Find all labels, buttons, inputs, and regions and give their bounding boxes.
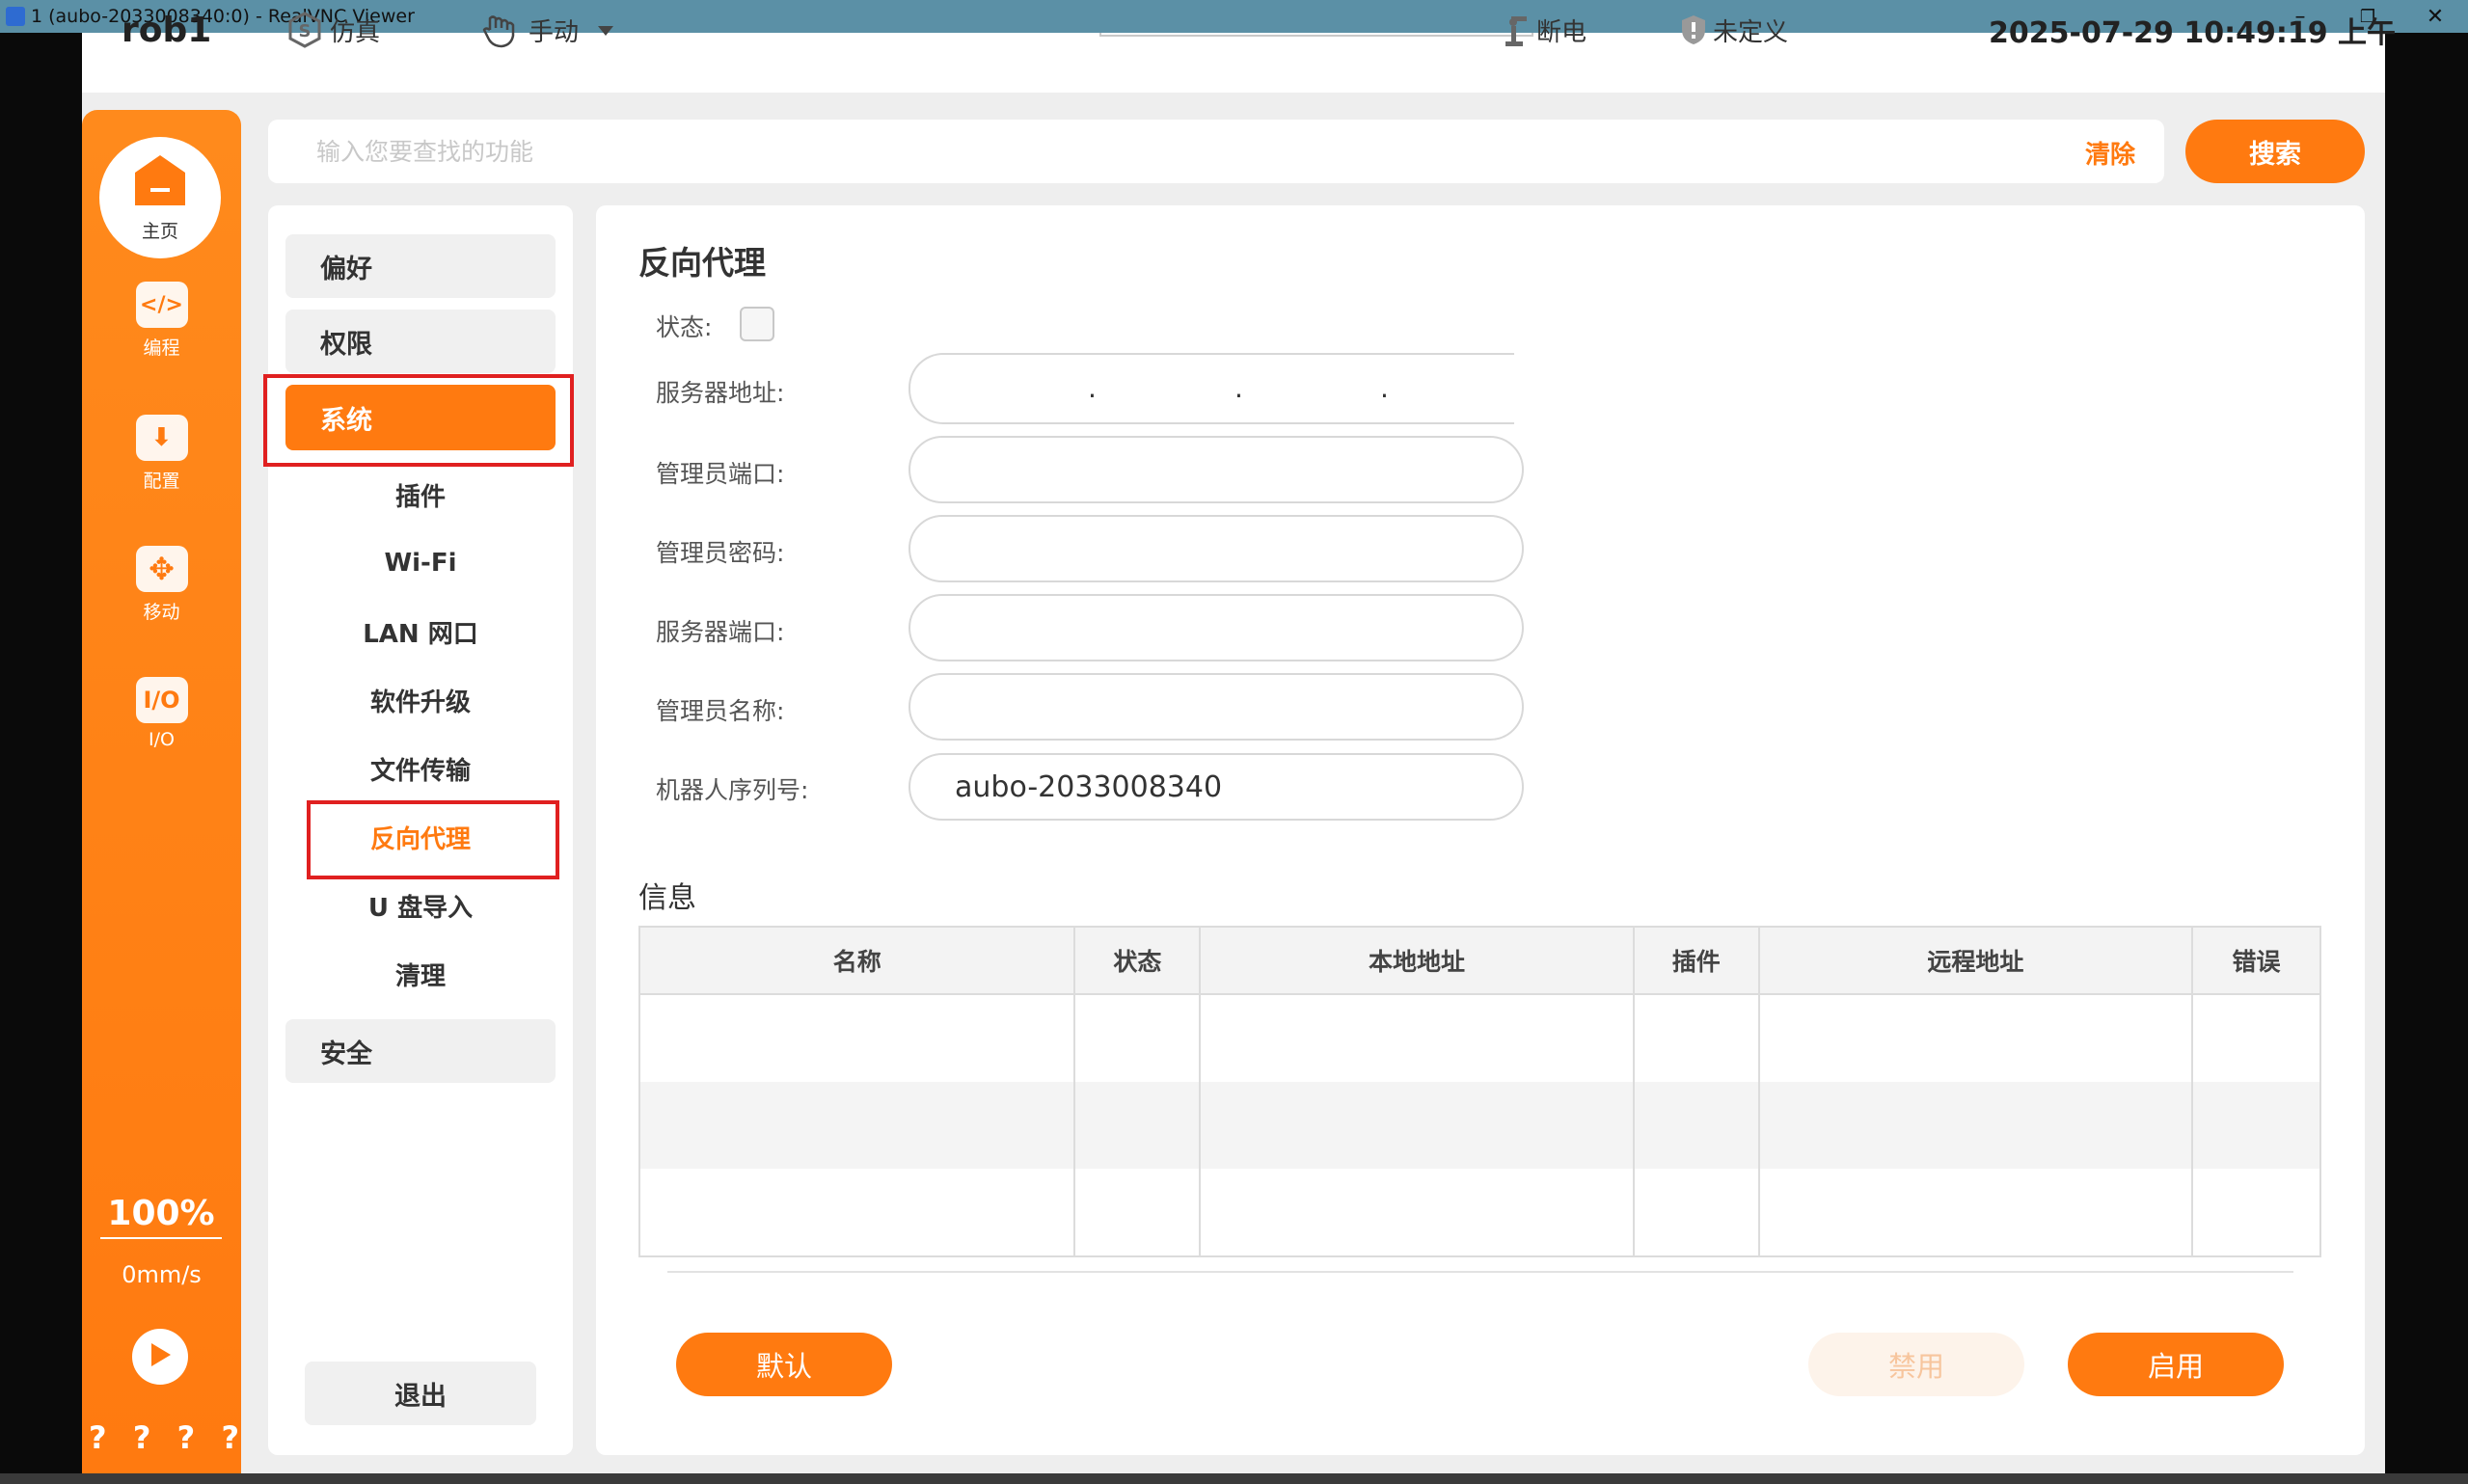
status-checkbox[interactable]	[740, 307, 774, 341]
nav-sub-reverse-proxy[interactable]: 反向代理	[285, 809, 556, 865]
speed-percent[interactable]: 100%	[100, 1194, 222, 1239]
exit-button[interactable]: 退出	[305, 1362, 536, 1425]
admin-password-label: 管理员密码:	[656, 539, 785, 567]
sidebar-item-programming[interactable]: </> 编程	[82, 282, 241, 360]
column-header-plugin: 插件	[1632, 926, 1760, 995]
simulation-icon: S	[285, 11, 324, 49]
admin-port-input[interactable]	[909, 436, 1524, 503]
nav-sub-usb-import[interactable]: U 盘导入	[285, 877, 556, 933]
search-box: 清除	[268, 120, 2164, 183]
code-icon: </>	[135, 282, 188, 328]
ip-separator: .	[1234, 372, 1243, 404]
play-button[interactable]	[132, 1329, 188, 1385]
move-icon: ✥	[135, 546, 188, 592]
info-table: 名称 状态 本地地址 插件 远程地址 错误	[637, 926, 2321, 1257]
play-icon	[148, 1341, 173, 1372]
window-bottom-strip	[0, 1473, 2468, 1484]
help-icon[interactable]: ?	[133, 1419, 151, 1456]
sidebar-item-label: 配置	[143, 471, 180, 492]
mode-label: 手动	[529, 17, 580, 47]
robot-arm-icon	[1500, 13, 1531, 47]
server-port-input[interactable]	[909, 594, 1524, 661]
sidebar-item-io[interactable]: I/O I/O	[82, 677, 241, 750]
table-row[interactable]	[637, 1169, 2321, 1257]
page-title: 反向代理	[638, 244, 766, 282]
nav-sub-software-upgrade[interactable]: 软件升级	[285, 672, 556, 728]
simulation-toggle[interactable]: S 仿真	[285, 10, 380, 50]
nav-preferences[interactable]: 偏好	[285, 234, 556, 298]
power-status[interactable]: 断电	[1500, 10, 1587, 50]
hand-icon	[480, 11, 523, 49]
disable-button[interactable]: 禁用	[1808, 1333, 2024, 1396]
nav-sub-plugins[interactable]: 插件	[285, 467, 556, 523]
home-icon	[131, 153, 189, 213]
ip-separator: .	[1380, 372, 1389, 404]
robot-name: rob1	[122, 10, 212, 50]
vnc-app-icon	[6, 7, 25, 26]
home-button[interactable]: 主页	[99, 137, 221, 258]
nav-sub-lan[interactable]: LAN 网口	[285, 604, 556, 660]
speed-value: 0mm/s	[122, 1261, 202, 1288]
nav-security[interactable]: 安全	[285, 1019, 556, 1083]
table-row[interactable]	[637, 1082, 2321, 1169]
sidebar-item-label: 移动	[143, 602, 180, 623]
svg-text:S: S	[299, 21, 312, 41]
server-address-label: 服务器地址:	[656, 379, 785, 407]
nav-sub-cleanup[interactable]: 清理	[285, 946, 556, 1002]
simulation-label: 仿真	[330, 17, 381, 47]
shield-icon	[1680, 13, 1707, 46]
home-label: 主页	[141, 220, 178, 242]
admin-password-input[interactable]	[909, 515, 1524, 582]
help-icon[interactable]: ?	[89, 1419, 107, 1456]
enable-button[interactable]: 启用	[2068, 1333, 2284, 1396]
default-button[interactable]: 默认	[676, 1333, 892, 1396]
close-button[interactable]: ✕	[2401, 0, 2468, 33]
server-address-input[interactable]: . . .	[909, 353, 1514, 424]
mode-dropdown[interactable]: 手动	[480, 10, 615, 50]
info-section-title: 信息	[638, 881, 696, 915]
table-header-row: 名称 状态 本地地址 插件 远程地址 错误	[637, 926, 2321, 995]
vnc-toolbar-handle[interactable]	[1099, 33, 1533, 37]
ip-separator: .	[1088, 372, 1097, 404]
io-icon: I/O	[135, 677, 188, 723]
divider	[667, 1271, 2293, 1273]
sidebar-item-label: I/O	[149, 729, 175, 750]
column-header-remote-address: 远程地址	[1757, 926, 2194, 995]
nav-permissions[interactable]: 权限	[285, 310, 556, 373]
serial-input[interactable]	[909, 753, 1524, 821]
power-label: 断电	[1536, 17, 1587, 47]
safety-status[interactable]: 未定义	[1680, 10, 1788, 50]
download-icon: ⬇	[135, 415, 188, 461]
nav-system[interactable]: 系统	[285, 385, 556, 450]
sidebar-item-label: 编程	[143, 337, 180, 359]
chevron-down-icon	[596, 15, 615, 44]
column-header-local-address: 本地地址	[1199, 926, 1635, 995]
admin-port-label: 管理员端口:	[656, 460, 785, 488]
serial-label: 机器人序列号:	[656, 776, 809, 804]
column-header-name: 名称	[637, 926, 1076, 995]
search-input[interactable]	[314, 131, 2031, 172]
nav-sub-wifi[interactable]: Wi-Fi	[285, 535, 556, 591]
admin-name-label: 管理员名称:	[656, 697, 785, 725]
nav-sub-file-transfer[interactable]: 文件传输	[285, 741, 556, 796]
status-label: 状态:	[656, 313, 713, 341]
datetime: 2025-07-29 10:49:19 上午	[1989, 16, 2397, 50]
column-header-error: 错误	[2191, 926, 2321, 995]
help-icon[interactable]: ?	[221, 1419, 239, 1456]
column-header-status: 状态	[1073, 926, 1202, 995]
sidebar-item-move[interactable]: ✥ 移动	[82, 546, 241, 624]
safety-label: 未定义	[1713, 17, 1789, 47]
clear-button[interactable]: 清除	[2085, 135, 2135, 171]
sidebar-item-config[interactable]: ⬇ 配置	[82, 415, 241, 493]
table-row[interactable]	[637, 994, 2321, 1082]
help-icon[interactable]: ?	[177, 1419, 196, 1456]
help-row: ? ? ? ?	[89, 1419, 239, 1456]
search-button[interactable]: 搜索	[2185, 120, 2365, 183]
admin-name-input[interactable]	[909, 673, 1524, 741]
server-port-label: 服务器端口:	[656, 618, 785, 646]
